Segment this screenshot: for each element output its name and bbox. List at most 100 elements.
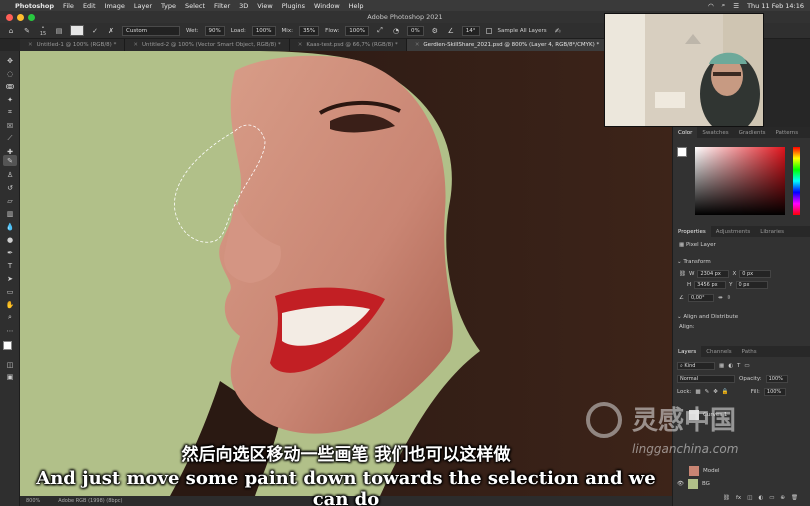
trash-icon[interactable]: 🗑 xyxy=(791,495,798,501)
move-tool-icon[interactable]: ✥ xyxy=(3,55,17,66)
layer-row[interactable]: 👁 BG xyxy=(673,477,810,491)
menu-help[interactable]: Help xyxy=(349,2,364,10)
sample-all-checkbox[interactable] xyxy=(485,27,492,34)
flip-vertical-icon[interactable]: ⇳ xyxy=(727,295,732,301)
lock-position-icon[interactable]: ✥ xyxy=(713,389,718,395)
crop-tool-icon[interactable]: ⌗ xyxy=(3,107,17,118)
link-layers-icon[interactable]: ⛓ xyxy=(723,495,730,501)
tab-kaas-test[interactable]: ✕ Kaas-test.psd @ 66,7% (RGB/8) * xyxy=(289,39,407,51)
flip-horizontal-icon[interactable]: ⇹ xyxy=(718,295,723,301)
airbrush-icon[interactable]: ⤢ xyxy=(375,26,385,36)
lock-all-icon[interactable]: 🔒 xyxy=(722,389,729,395)
link-icon[interactable]: ⛓ xyxy=(679,271,686,277)
more-tools-icon[interactable]: ⋯ xyxy=(3,325,17,336)
dodge-tool-icon[interactable]: ● xyxy=(3,234,17,245)
menu-app-name[interactable]: Photoshop xyxy=(15,2,54,10)
hue-slider[interactable] xyxy=(793,147,800,215)
height-field[interactable]: 3456 px xyxy=(694,281,727,289)
clean-brush-icon[interactable]: ✗ xyxy=(106,26,116,36)
new-layer-icon[interactable]: ⊕ xyxy=(780,495,785,501)
menu-view[interactable]: View xyxy=(257,2,272,10)
control-center-icon[interactable]: ☰ xyxy=(733,2,739,10)
gradient-tool-icon[interactable]: ▥ xyxy=(3,208,17,219)
close-tab-icon[interactable]: ✕ xyxy=(298,42,303,48)
zoom-tool-icon[interactable]: ⌕ xyxy=(3,312,17,323)
color-picker-field[interactable] xyxy=(695,147,785,215)
filter-type-icon[interactable]: T xyxy=(737,363,740,369)
lock-transparency-icon[interactable]: ▩ xyxy=(695,389,700,395)
pressure-icon[interactable]: ✍ xyxy=(553,26,563,36)
close-tab-icon[interactable]: ✕ xyxy=(28,42,33,48)
document-canvas[interactable] xyxy=(20,51,672,496)
blend-preset-select[interactable]: Custom xyxy=(122,25,180,36)
close-tab-icon[interactable]: ✕ xyxy=(133,42,138,48)
type-tool-icon[interactable]: T xyxy=(3,260,17,271)
blend-mode-select[interactable]: Normal xyxy=(677,375,735,383)
kind-filter-select[interactable]: ⌕ Kind xyxy=(677,362,715,370)
blur-tool-icon[interactable]: 💧 xyxy=(3,221,17,232)
tab-color[interactable]: Color xyxy=(673,127,698,138)
path-select-tool-icon[interactable]: ➤ xyxy=(3,273,17,284)
marquee-tool-icon[interactable]: ◌ xyxy=(3,68,17,79)
screen-mode-icon[interactable]: ▣ xyxy=(3,371,17,382)
menu-3d[interactable]: 3D xyxy=(239,2,248,10)
align-section[interactable]: ⌄ Align and Distribute xyxy=(677,314,738,320)
tab-patterns[interactable]: Patterns xyxy=(770,127,803,138)
menu-plugins[interactable]: Plugins xyxy=(282,2,305,10)
filter-pixel-icon[interactable]: ▦ xyxy=(719,363,724,369)
brush-settings-icon[interactable]: ▤ xyxy=(54,26,64,36)
angle-field[interactable]: 14° xyxy=(461,25,480,36)
tab-swatches[interactable]: Swatches xyxy=(697,127,733,138)
menu-file[interactable]: File xyxy=(63,2,74,10)
adjustment-layer-icon[interactable]: ◐ xyxy=(758,495,763,501)
lasso-tool-icon[interactable]: ↂ xyxy=(3,81,17,92)
eyedropper-tool-icon[interactable]: ⟋ xyxy=(3,133,17,144)
menu-window[interactable]: Window xyxy=(314,2,340,10)
group-icon[interactable]: ▭ xyxy=(769,495,774,501)
wet-field[interactable]: 90% xyxy=(204,25,225,36)
mix-field[interactable]: 35% xyxy=(298,25,320,36)
quick-select-tool-icon[interactable]: ✦ xyxy=(3,94,17,105)
load-field[interactable]: 100% xyxy=(251,25,276,36)
close-tab-icon[interactable]: ✕ xyxy=(415,42,420,48)
filter-shape-icon[interactable]: ▭ xyxy=(744,363,749,369)
tab-gradients[interactable]: Gradients xyxy=(734,127,771,138)
home-icon[interactable]: ⌂ xyxy=(6,26,16,36)
tab-libraries[interactable]: Libraries xyxy=(755,226,789,237)
menu-filter[interactable]: Filter xyxy=(214,2,230,10)
angle-field[interactable]: 0,00° xyxy=(687,294,714,302)
load-brush-icon[interactable]: ✓ xyxy=(90,26,100,36)
x-field[interactable]: 0 px xyxy=(739,270,772,278)
tab-untitled-1[interactable]: ✕ Untitled-1 @ 100% (RGB/8) * xyxy=(20,39,126,51)
tab-channels[interactable]: Channels xyxy=(701,346,736,357)
filter-adjustment-icon[interactable]: ◐ xyxy=(728,363,733,369)
history-brush-tool-icon[interactable]: ↺ xyxy=(3,182,17,193)
foreground-color-swatch[interactable] xyxy=(3,341,12,350)
menu-clock[interactable]: Thu 11 Feb 14:16 xyxy=(747,2,804,10)
pen-tool-icon[interactable]: ✒ xyxy=(3,247,17,258)
smoothing-icon[interactable]: ◔ xyxy=(391,26,401,36)
menu-layer[interactable]: Layer xyxy=(134,2,152,10)
wifi-icon[interactable]: ◠ xyxy=(708,2,714,10)
quick-mask-icon[interactable]: ◫ xyxy=(3,359,17,370)
flow-field[interactable]: 100% xyxy=(345,25,370,36)
tab-gerdien-skillshare[interactable]: ✕ Gerdien-SkillShare_2021.psd @ 800% (Lay… xyxy=(406,39,609,51)
eraser-tool-icon[interactable]: ▱ xyxy=(3,195,17,206)
rectangle-tool-icon[interactable]: ▭ xyxy=(3,286,17,297)
menu-edit[interactable]: Edit xyxy=(83,2,96,10)
transform-section[interactable]: ⌄ Transform xyxy=(677,259,711,265)
menu-select[interactable]: Select xyxy=(185,2,205,10)
tab-paths[interactable]: Paths xyxy=(737,346,762,357)
tab-properties[interactable]: Properties xyxy=(673,226,711,237)
search-icon[interactable]: ⌕ xyxy=(722,1,726,10)
fill-field[interactable]: 100% xyxy=(763,388,786,396)
color-foreground-swatch[interactable] xyxy=(677,147,687,157)
lock-image-icon[interactable]: ✎ xyxy=(705,389,710,395)
clone-stamp-tool-icon[interactable]: ♙ xyxy=(3,169,17,180)
tab-layers[interactable]: Layers xyxy=(673,346,702,357)
hand-tool-icon[interactable]: ✋ xyxy=(3,299,17,310)
visibility-eye-icon[interactable]: 👁 xyxy=(677,481,684,487)
mask-icon[interactable]: ◫ xyxy=(747,495,752,501)
tab-adjustments[interactable]: Adjustments xyxy=(711,226,755,237)
brush-size-picker[interactable]: • 15 xyxy=(38,25,48,37)
